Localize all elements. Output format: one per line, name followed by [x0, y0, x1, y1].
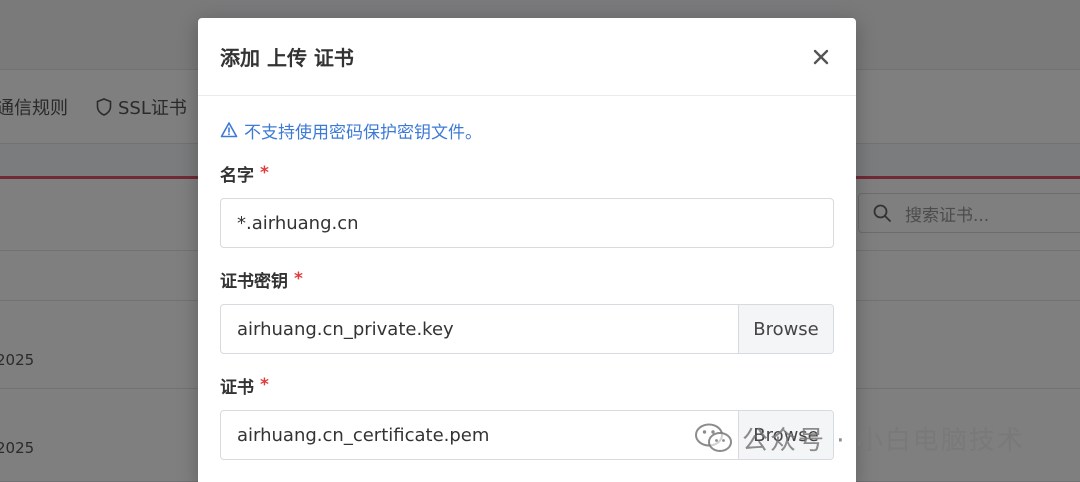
required-marker: *: [294, 269, 303, 289]
key-browse-button[interactable]: Browse: [738, 305, 833, 353]
key-file-name: airhuang.cn_private.key: [237, 318, 454, 340]
name-label: 名字 *: [220, 163, 269, 186]
name-input[interactable]: [220, 198, 834, 248]
dialog-title: 添加 上传 证书: [220, 46, 354, 70]
close-icon[interactable]: [812, 48, 830, 66]
certificate-label: 证书 *: [220, 375, 269, 398]
dialog-header: 添加 上传 证书: [198, 18, 856, 96]
certificate-key-file-input[interactable]: airhuang.cn_private.key Browse: [220, 304, 834, 354]
upload-certificate-dialog: 添加 上传 证书 不支持使用密码保护密钥文件。 名字 * 证书密钥 * airh…: [198, 18, 856, 482]
warning-triangle-icon: [220, 122, 238, 138]
required-marker: *: [260, 375, 269, 395]
dialog-body: 不支持使用密码保护密钥文件。 名字 * 证书密钥 * airhuang.cn_p…: [198, 96, 856, 460]
certificate-file-name: airhuang.cn_certificate.pem: [237, 424, 490, 446]
certificate-key-label: 证书密钥 *: [220, 269, 303, 292]
warning-message: 不支持使用密码保护密钥文件。: [220, 118, 834, 143]
required-marker: *: [260, 163, 269, 183]
wechat-logo-icon: [695, 423, 732, 452]
watermark: 公众号 · 小白电脑技术: [694, 418, 1025, 458]
watermark-text: 公众号 · 小白电脑技术: [742, 425, 1025, 456]
warning-text: 不支持使用密码保护密钥文件。: [244, 122, 482, 143]
